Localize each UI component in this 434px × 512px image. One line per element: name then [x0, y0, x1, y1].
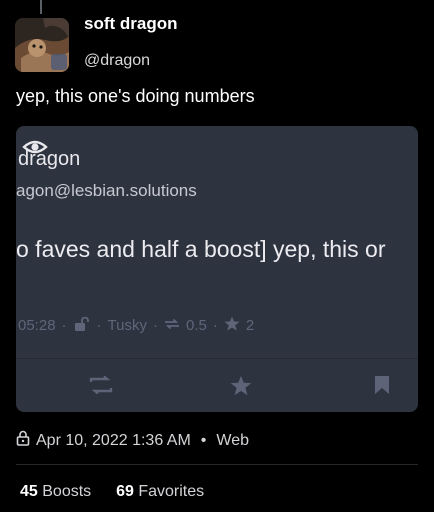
quoted-display-name: dragon [18, 148, 81, 170]
favorites-label: Favorites [138, 483, 205, 500]
separator-dot: • [200, 431, 207, 449]
quoted-content: o faves and half a boost] yep, this or [16, 236, 386, 262]
quoted-post-image[interactable]: dragon agon@lesbian.solutions o faves an… [16, 126, 418, 412]
display-name[interactable]: soft dragon [84, 14, 178, 34]
post-client: Web [216, 431, 249, 449]
post-timestamp[interactable]: Apr 10, 2022 1:36 AM • Web [16, 430, 249, 451]
card-divider [16, 358, 418, 359]
boosts-link[interactable]: 45 Boosts [20, 483, 91, 500]
quoted-client: Tusky [107, 317, 147, 334]
post-stats: 45 Boosts 69 Favorites [20, 483, 204, 501]
quoted-actions [16, 370, 418, 400]
quoted-boosts: 0.5 [186, 317, 207, 334]
post-date: Apr 10, 2022 1:36 AM [36, 431, 191, 449]
star-icon [224, 370, 258, 400]
separator: · [61, 317, 67, 334]
divider [16, 464, 418, 465]
lock-open-icon [73, 316, 91, 335]
quoted-time: 05:28 [18, 317, 56, 334]
thread-line [40, 0, 42, 14]
favorites-count: 69 [116, 483, 134, 500]
boost-icon [84, 370, 118, 400]
boosts-label: Boosts [42, 483, 92, 500]
avatar[interactable] [15, 18, 69, 72]
separator: · [212, 317, 218, 334]
quoted-favs: 2 [245, 317, 255, 334]
boost-icon [164, 317, 180, 334]
star-icon [224, 316, 240, 335]
quoted-meta: 05:28 · · Tusky · 0.5 · 2 [18, 316, 254, 335]
favorites-link[interactable]: 69 Favorites [116, 483, 204, 500]
avatar-image [15, 18, 69, 72]
quoted-account: agon@lesbian.solutions [16, 181, 197, 200]
post-text: yep, this one's doing numbers [16, 86, 255, 106]
boosts-count: 45 [20, 483, 38, 500]
lock-icon [16, 430, 30, 451]
separator: · [153, 317, 158, 334]
separator: · [96, 317, 102, 334]
bookmark-icon [365, 370, 399, 400]
account-handle[interactable]: @dragon [84, 52, 150, 70]
